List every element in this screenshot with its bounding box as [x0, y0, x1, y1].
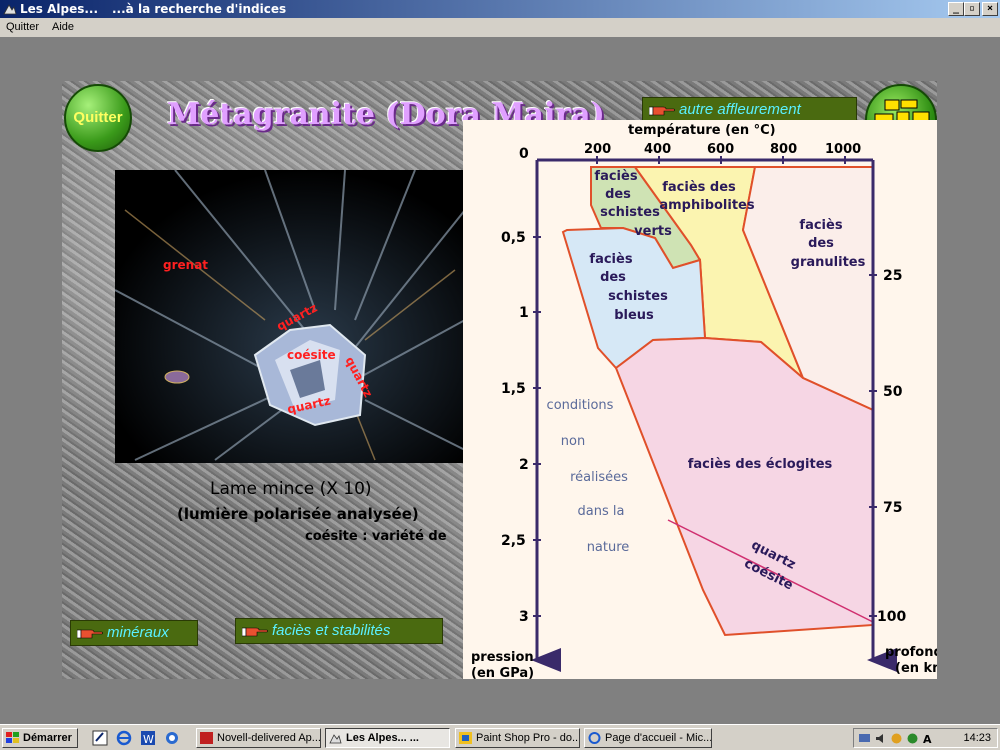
- svg-text:A: A: [923, 733, 932, 745]
- task-paint-shop[interactable]: Paint Shop Pro - do...: [455, 728, 580, 748]
- y-right-tick-75: 75: [883, 500, 902, 516]
- cond-1: conditions: [547, 398, 614, 413]
- y-tick-1: 1: [519, 305, 529, 321]
- task-les-alpes-label: Les Alpes... ...: [346, 732, 419, 744]
- window-title-app: Les Alpes...: [20, 2, 99, 16]
- task-novell-label: Novell-delivered Ap...: [217, 732, 321, 744]
- pointing-hand-icon: [242, 627, 268, 637]
- x-tick-600: 600: [707, 142, 734, 157]
- x-tick-400: 400: [644, 142, 671, 157]
- sv-1: faciès: [594, 169, 637, 184]
- cond-5: nature: [587, 540, 630, 555]
- close-button[interactable]: ×: [982, 2, 998, 16]
- y-tick-2-5: 2,5: [501, 533, 526, 549]
- caption-lumiere: (lumière polarisée analysée): [177, 505, 419, 523]
- cond-4: dans la: [578, 504, 625, 519]
- quicklaunch-outlook-icon[interactable]: [164, 730, 180, 746]
- facies-diagram: température (en °C) 200 400 600 800 1000…: [463, 120, 937, 679]
- gr-3: granulites: [791, 255, 866, 270]
- app-icon: [329, 734, 342, 744]
- tray-clock: 14:23: [963, 732, 991, 744]
- autre-affleurement-label: autre affleurement: [679, 101, 801, 118]
- sb-2: des: [600, 270, 626, 285]
- thin-section-image: grenat quartz coésite quartz quartz: [115, 170, 465, 463]
- novell-icon: [200, 732, 213, 744]
- pointing-hand-icon: [77, 629, 103, 639]
- sv-2: des: [605, 187, 631, 202]
- sb-3: schistes: [608, 289, 668, 304]
- tray-update-icon[interactable]: [906, 732, 919, 745]
- mineraux-link[interactable]: minéraux: [70, 620, 198, 646]
- paint-shop-icon: [459, 732, 472, 744]
- x-tick-1000: 1000: [825, 142, 861, 157]
- minimize-button[interactable]: _: [948, 2, 964, 16]
- gr-1: faciès: [799, 218, 842, 233]
- y-right-tick-50: 50: [883, 384, 903, 400]
- task-novell[interactable]: Novell-delivered Ap...: [196, 728, 321, 748]
- tray-volume-icon[interactable]: [874, 732, 887, 745]
- gr-2: des: [808, 236, 834, 251]
- label-coesite: coésite: [287, 348, 336, 362]
- y-left-title-1: pression: [471, 650, 534, 665]
- x-tick-800: 800: [770, 142, 797, 157]
- cond-3: réalisées: [570, 470, 628, 485]
- menu-aide[interactable]: Aide: [52, 21, 74, 33]
- window-title-doc: ...à la recherche d'indices: [112, 2, 287, 16]
- taskbar: Démarrer W Novell-delivered Ap... Les Al…: [0, 724, 1000, 750]
- facies-link[interactable]: faciès et stabilités: [235, 618, 443, 644]
- label-grenat: grenat: [163, 258, 209, 272]
- y-right-title-2: (en km: [895, 661, 937, 676]
- app-icon: [3, 4, 17, 15]
- y-right-title-1: profond: [885, 645, 937, 660]
- y-tick-1-5: 1,5: [501, 381, 526, 397]
- quicklaunch-ie-icon[interactable]: [116, 730, 132, 746]
- sb-4: bleus: [614, 308, 654, 323]
- am-2: amphibolites: [659, 198, 755, 213]
- quit-button[interactable]: Quitter: [64, 84, 132, 152]
- task-paint-shop-label: Paint Shop Pro - do...: [476, 732, 580, 744]
- caption-lame-mince: Lame mince (X 10): [210, 479, 372, 499]
- y-tick-3: 3: [519, 609, 529, 625]
- facies-label: faciès et stabilités: [272, 622, 391, 639]
- pointing-hand-icon: [649, 106, 675, 116]
- quicklaunch-edit-icon[interactable]: [92, 730, 108, 746]
- quicklaunch-word-icon[interactable]: W: [140, 730, 156, 746]
- x-tick-200: 200: [584, 142, 611, 157]
- y-tick-2: 2: [519, 457, 529, 473]
- task-page-accueil-label: Page d'accueil - Mic...: [605, 732, 712, 744]
- svg-text:W: W: [143, 733, 154, 746]
- tray-language-icon[interactable]: A: [922, 732, 935, 745]
- task-les-alpes[interactable]: Les Alpes... ...: [325, 728, 450, 748]
- ie-icon: [588, 732, 601, 744]
- tray-antivirus-icon[interactable]: [890, 732, 903, 745]
- am-1: faciès des: [662, 180, 736, 195]
- title-bar: Les Alpes... ...à la recherche d'indices…: [0, 0, 1000, 18]
- y-tick-0: 0: [519, 146, 529, 162]
- y-right-tick-100: 100: [877, 609, 906, 625]
- system-tray: A 14:23: [853, 728, 998, 748]
- eclogites-label: faciès des éclogites: [688, 457, 833, 472]
- sb-1: faciès: [589, 252, 632, 267]
- y-right-tick-25: 25: [883, 268, 902, 284]
- task-page-accueil[interactable]: Page d'accueil - Mic...: [584, 728, 712, 748]
- y-left-title-2: (en GPa): [471, 666, 534, 679]
- y-tick-0-5: 0,5: [501, 230, 526, 246]
- sv-4: verts: [634, 224, 672, 239]
- x-axis-title: température (en °C): [628, 123, 776, 138]
- tray-network-icon[interactable]: [858, 732, 871, 745]
- cond-2: non: [561, 434, 585, 449]
- menu-bar: Quitter Aide: [0, 18, 1000, 37]
- start-label: Démarrer: [23, 732, 72, 744]
- windows-logo-icon: [6, 732, 19, 743]
- start-button[interactable]: Démarrer: [2, 728, 78, 748]
- maximize-button[interactable]: ▫: [964, 2, 980, 16]
- caption-coesite: coésite : variété de: [305, 529, 447, 544]
- sv-3: schistes: [600, 205, 660, 220]
- mineraux-label: minéraux: [107, 624, 169, 641]
- menu-quitter[interactable]: Quitter: [6, 21, 39, 33]
